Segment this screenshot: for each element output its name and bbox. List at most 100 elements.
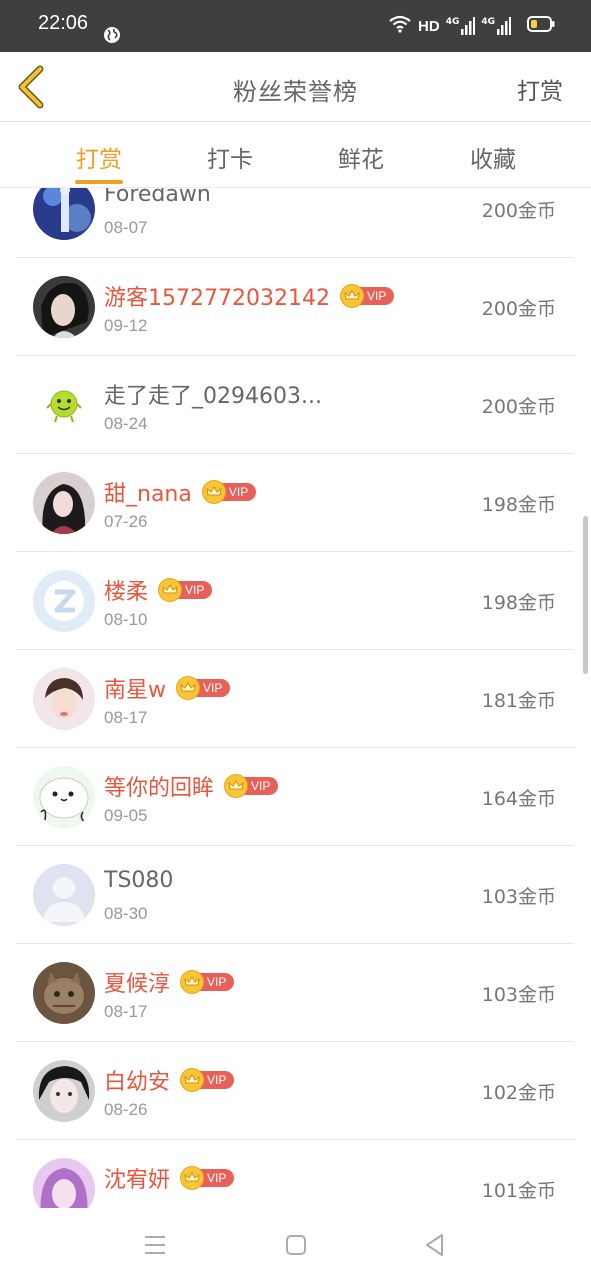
back-nav-button[interactable] <box>422 1232 448 1258</box>
crown-icon <box>180 1068 205 1092</box>
reward-date: 08-07 <box>104 218 148 237</box>
list-item[interactable]: TS080 08-30 103金币 <box>16 846 574 944</box>
user-name: 游客1572772032142 <box>104 286 330 311</box>
name-line: 南星w VIP <box>104 672 230 704</box>
avatar <box>33 570 95 632</box>
crown-icon <box>224 774 249 798</box>
reward-date: 08-24 <box>104 414 148 433</box>
crown-icon <box>339 284 364 308</box>
reward-amount: 198金币 <box>481 494 556 516</box>
user-name: TS080 <box>104 868 174 893</box>
reward-amount: 181金币 <box>481 690 556 712</box>
vip-badge: VIP <box>180 1166 235 1190</box>
avatar <box>33 864 95 926</box>
reward-date: 09-12 <box>104 316 148 335</box>
reward-action-button[interactable]: 打赏 <box>517 72 563 106</box>
name-line: 等你的回眸 VIP <box>104 770 279 802</box>
avatar <box>33 1060 95 1122</box>
avatar <box>33 962 95 1024</box>
name-line: 游客1572772032142 VIP <box>104 280 394 312</box>
tab-bar: 打赏 打卡 鲜花 收藏 <box>0 122 591 188</box>
list-item[interactable]: 南星w VIP 08-17 181金币 <box>16 650 574 748</box>
list-item[interactable]: 等你的回眸 VIP 09-05 164金币 <box>16 748 574 846</box>
user-name: 夏候淳 <box>104 972 171 997</box>
user-name: 等你的回眸 <box>104 776 215 801</box>
name-line: 沈宥妍 VIP <box>104 1162 235 1194</box>
menu-button[interactable] <box>142 1232 168 1258</box>
system-nav-bar <box>0 1208 591 1280</box>
list-item[interactable]: 游客1572772032142 VIP 09-12 200金币 <box>16 258 574 356</box>
reward-amount: 198金币 <box>481 592 556 614</box>
vip-badge: VIP <box>224 774 279 798</box>
name-line: Foredawn <box>104 188 211 207</box>
reward-amount: 103金币 <box>481 984 556 1006</box>
triangle-back-icon <box>426 1234 443 1256</box>
name-line: 走了走了_0294603... <box>104 378 322 410</box>
list-item[interactable]: Foredawn 08-07 200金币 <box>16 188 574 258</box>
list-item[interactable]: 楼柔 VIP 08-10 198金币 <box>16 552 574 650</box>
list-item[interactable]: 沈宥妍 VIP 101金币 <box>16 1140 574 1208</box>
tab-flowers[interactable]: 鲜花 <box>321 140 401 174</box>
signal-label: 4G <box>481 17 495 27</box>
name-line: 楼柔 VIP <box>104 574 213 606</box>
tab-checkin[interactable]: 打卡 <box>190 140 270 174</box>
reward-amount: 200金币 <box>481 396 556 418</box>
vip-badge: VIP <box>180 1068 235 1092</box>
name-line: 白幼安 VIP <box>104 1064 235 1096</box>
menu-icon <box>145 1236 165 1254</box>
crown-icon <box>180 970 205 994</box>
avatar <box>33 668 95 730</box>
crown-icon <box>158 578 183 602</box>
reward-amount: 102金币 <box>481 1082 556 1104</box>
globe-icon <box>103 26 121 48</box>
name-line: TS080 <box>104 868 173 893</box>
user-name: 南星w <box>104 678 166 703</box>
page-title: 粉丝荣誉榜 <box>233 78 358 106</box>
hd-indicator: HD <box>418 17 440 35</box>
status-bar: 22:06 HD 4G 4G <box>0 0 591 52</box>
user-name: Foredawn <box>104 188 211 207</box>
reward-date: 09-05 <box>104 806 148 825</box>
list-item[interactable]: 走了走了_0294603... 08-24 200金币 <box>16 356 574 454</box>
crown-icon <box>176 676 200 700</box>
battery-icon <box>527 15 555 37</box>
tab-favorites[interactable]: 收藏 <box>453 140 533 174</box>
reward-amount: 164金币 <box>481 788 556 810</box>
user-name: 走了走了_0294603... <box>104 384 322 409</box>
avatar <box>33 766 95 828</box>
name-line: 甜_nana VIP <box>104 476 256 508</box>
scrollbar[interactable] <box>583 516 588 674</box>
tab-reward[interactable]: 打赏 <box>59 140 139 174</box>
avatar <box>33 374 95 436</box>
list-item[interactable]: 夏候淳 VIP 08-17 103金币 <box>16 944 574 1042</box>
status-icons: HD 4G 4G <box>388 14 555 38</box>
active-tab-indicator <box>75 180 123 184</box>
signal-icon: 4G <box>446 17 476 35</box>
vip-badge: VIP <box>176 676 230 700</box>
reward-amount: 200金币 <box>481 298 556 320</box>
vip-badge: VIP <box>339 284 394 308</box>
avatar <box>33 472 95 534</box>
status-time: 22:06 <box>38 12 89 34</box>
avatar <box>33 276 95 338</box>
reward-amount: 101金币 <box>481 1180 556 1202</box>
reward-amount: 200金币 <box>481 200 556 222</box>
user-name: 楼柔 <box>104 580 149 605</box>
reward-date: 08-26 <box>104 1100 148 1119</box>
vip-badge: VIP <box>180 970 235 994</box>
user-name: 沈宥妍 <box>104 1168 171 1193</box>
reward-amount: 103金币 <box>481 886 556 908</box>
reward-date: 08-17 <box>104 1002 148 1021</box>
square-icon <box>286 1235 306 1255</box>
user-name: 甜_nana <box>104 482 192 507</box>
list-item[interactable]: 白幼安 VIP 08-26 102金币 <box>16 1042 574 1140</box>
list-item[interactable]: 甜_nana VIP 07-26 198金币 <box>16 454 574 552</box>
reward-date: 08-30 <box>104 904 148 923</box>
avatar <box>33 188 95 240</box>
home-button[interactable] <box>283 1232 309 1258</box>
vip-badge: VIP <box>201 480 256 504</box>
wifi-icon <box>388 15 412 37</box>
vip-badge: VIP <box>158 578 213 602</box>
reward-date: 08-10 <box>104 610 148 629</box>
reward-date: 08-17 <box>104 708 148 727</box>
